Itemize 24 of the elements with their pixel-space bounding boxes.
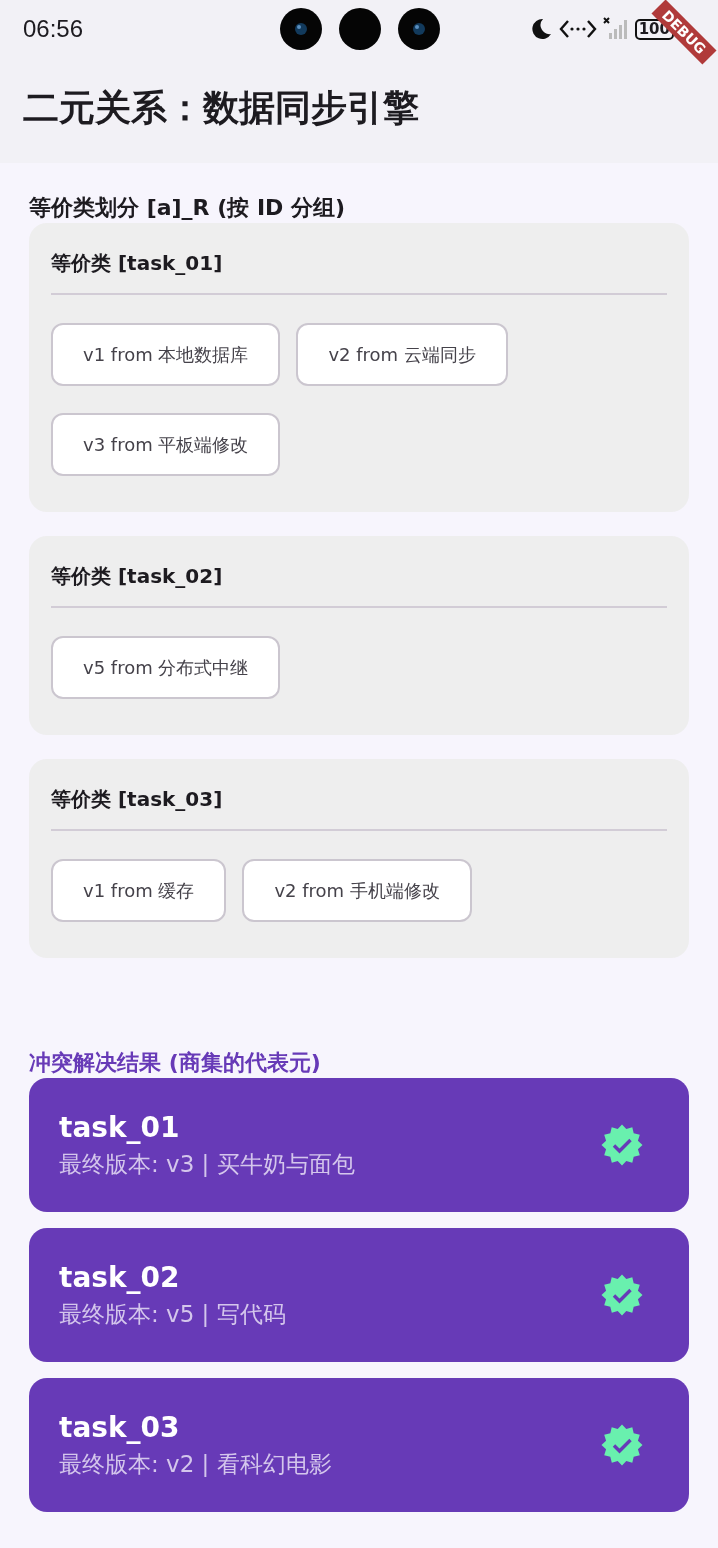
status-time: 06:56 — [23, 15, 85, 43]
version-chip: v5 from 分布式中继 — [51, 636, 281, 699]
group-title: 等价类 [task_02] — [51, 563, 224, 590]
section-title: 等价类划分 [a]_R (按 ID 分组) — [29, 194, 347, 222]
camera-icon — [280, 8, 322, 50]
version-chip: v2 from 云端同步 — [296, 323, 508, 386]
group-title: 等价类 [task_03] — [51, 786, 224, 813]
version-chip: v1 from 缓存 — [51, 859, 227, 922]
section-title: 冲突解决结果 (商集的代表元) — [29, 1049, 322, 1077]
camera-icon — [339, 8, 381, 50]
page-title: 二元关系：数据同步引擎 — [23, 86, 420, 130]
result-title: task_02 — [59, 1260, 181, 1296]
signal-icon — [602, 17, 629, 41]
data-transfer-icon — [558, 18, 597, 40]
result-subtitle: 最终版本: v5 | 写代码 — [59, 1300, 286, 1329]
camera-icon — [398, 8, 440, 50]
result-title: task_01 — [59, 1110, 181, 1146]
version-chip: v3 from 平板端修改 — [51, 413, 281, 476]
result-subtitle: 最终版本: v2 | 看科幻电影 — [59, 1450, 332, 1479]
version-chip: v1 from 本地数据库 — [51, 323, 281, 386]
version-chip: v2 from 手机端修改 — [242, 859, 472, 922]
result-subtitle: 最终版本: v3 | 买牛奶与面包 — [59, 1150, 355, 1179]
group-title: 等价类 [task_01] — [51, 250, 224, 277]
result-title: task_03 — [59, 1410, 181, 1446]
